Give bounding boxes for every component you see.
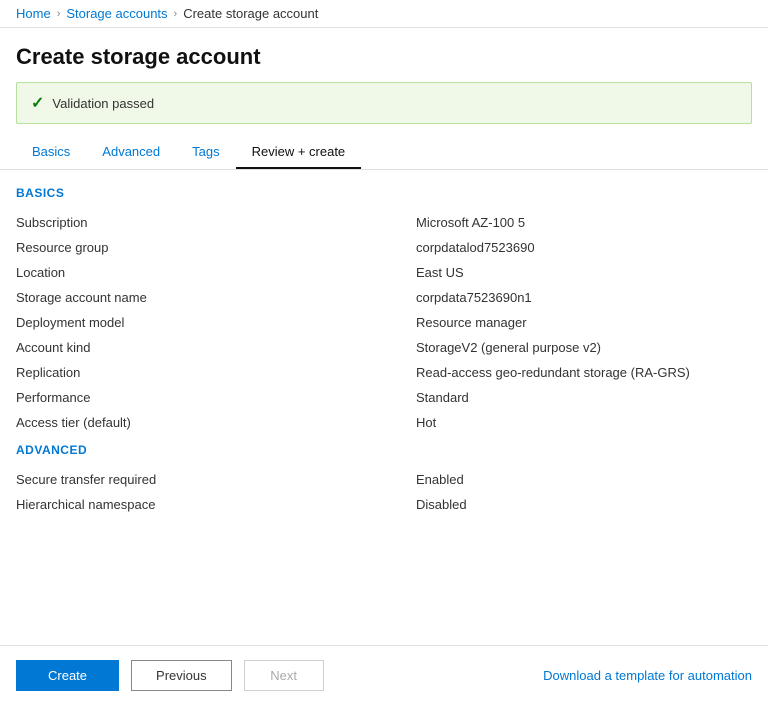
row-resource-group: Resource group corpdatalod7523690 xyxy=(16,235,752,260)
breadcrumb-current: Create storage account xyxy=(183,6,318,21)
value-account-kind: StorageV2 (general purpose v2) xyxy=(416,340,752,355)
page-header: Create storage account xyxy=(0,28,768,82)
label-resource-group: Resource group xyxy=(16,240,416,255)
label-storage-account-name: Storage account name xyxy=(16,290,416,305)
next-button: Next xyxy=(244,660,324,691)
tab-basics[interactable]: Basics xyxy=(16,136,86,169)
label-performance: Performance xyxy=(16,390,416,405)
validation-text: Validation passed xyxy=(52,96,154,111)
row-subscription: Subscription Microsoft AZ-100 5 xyxy=(16,210,752,235)
label-subscription: Subscription xyxy=(16,215,416,230)
advanced-section-header: ADVANCED xyxy=(16,443,752,457)
label-location: Location xyxy=(16,265,416,280)
row-deployment-model: Deployment model Resource manager xyxy=(16,310,752,335)
value-secure-transfer: Enabled xyxy=(416,472,752,487)
action-bar: Create Previous Next Download a template… xyxy=(0,645,768,705)
create-button[interactable]: Create xyxy=(16,660,119,691)
value-subscription: Microsoft AZ-100 5 xyxy=(416,215,752,230)
label-deployment-model: Deployment model xyxy=(16,315,416,330)
value-location: East US xyxy=(416,265,752,280)
download-template-link[interactable]: Download a template for automation xyxy=(543,668,752,683)
breadcrumb-home[interactable]: Home xyxy=(16,6,51,21)
row-storage-account-name: Storage account name corpdata7523690n1 xyxy=(16,285,752,310)
value-resource-group: corpdatalod7523690 xyxy=(416,240,752,255)
row-account-kind: Account kind StorageV2 (general purpose … xyxy=(16,335,752,360)
row-access-tier: Access tier (default) Hot xyxy=(16,410,752,435)
label-secure-transfer: Secure transfer required xyxy=(16,472,416,487)
value-performance: Standard xyxy=(416,390,752,405)
label-account-kind: Account kind xyxy=(16,340,416,355)
row-location: Location East US xyxy=(16,260,752,285)
row-performance: Performance Standard xyxy=(16,385,752,410)
tab-tags[interactable]: Tags xyxy=(176,136,235,169)
value-storage-account-name: corpdata7523690n1 xyxy=(416,290,752,305)
value-hierarchical-namespace: Disabled xyxy=(416,497,752,512)
validation-banner: ✓ Validation passed xyxy=(16,82,752,124)
breadcrumb-bar: Home › Storage accounts › Create storage… xyxy=(0,0,768,28)
row-secure-transfer: Secure transfer required Enabled xyxy=(16,467,752,492)
label-replication: Replication xyxy=(16,365,416,380)
breadcrumb-sep-2: › xyxy=(174,8,178,20)
row-hierarchical-namespace: Hierarchical namespace Disabled xyxy=(16,492,752,517)
tab-advanced[interactable]: Advanced xyxy=(86,136,176,169)
breadcrumb-sep-1: › xyxy=(57,8,61,20)
breadcrumb-storage-accounts[interactable]: Storage accounts xyxy=(66,6,167,21)
value-replication: Read-access geo-redundant storage (RA-GR… xyxy=(416,365,752,380)
checkmark-icon: ✓ xyxy=(31,93,44,113)
basics-section-header: BASICS xyxy=(16,186,752,200)
row-replication: Replication Read-access geo-redundant st… xyxy=(16,360,752,385)
label-access-tier: Access tier (default) xyxy=(16,415,416,430)
value-deployment-model: Resource manager xyxy=(416,315,752,330)
value-access-tier: Hot xyxy=(416,415,752,430)
tab-bar: Basics Advanced Tags Review + create xyxy=(0,136,768,170)
review-content: BASICS Subscription Microsoft AZ-100 5 R… xyxy=(0,186,768,517)
breadcrumb: Home › Storage accounts › Create storage… xyxy=(16,6,318,21)
previous-button[interactable]: Previous xyxy=(131,660,232,691)
label-hierarchical-namespace: Hierarchical namespace xyxy=(16,497,416,512)
tab-review-create[interactable]: Review + create xyxy=(236,136,362,169)
page-title: Create storage account xyxy=(16,44,752,70)
